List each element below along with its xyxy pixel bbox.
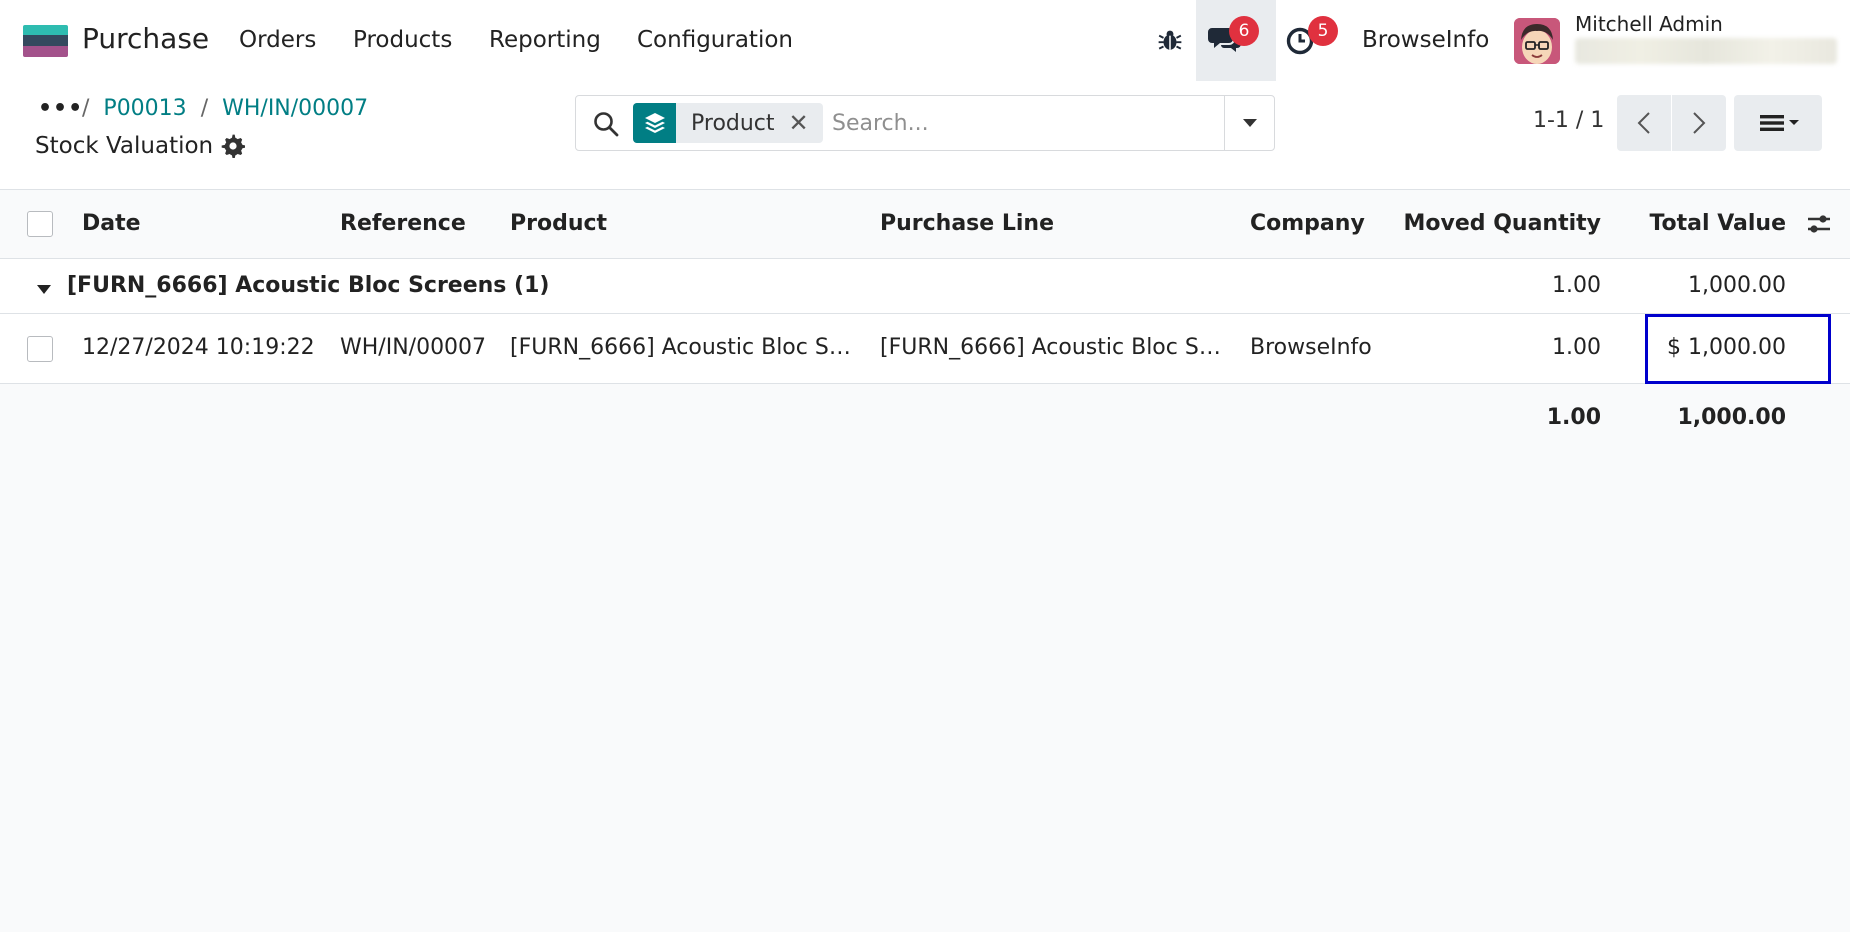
purchase-app-icon[interactable]: [23, 25, 68, 57]
facet-label: Product: [691, 110, 775, 136]
column-settings-icon[interactable]: [1806, 212, 1832, 240]
search-options-toggle[interactable]: [1224, 96, 1274, 150]
gear-icon[interactable]: [221, 134, 246, 159]
column-reference[interactable]: Reference: [340, 211, 466, 236]
column-company[interactable]: Company: [1250, 211, 1365, 236]
messages-button[interactable]: 6: [1196, 0, 1276, 81]
menu-reporting[interactable]: Reporting: [489, 27, 601, 53]
table-row[interactable]: 12/27/2024 10:19:22 WH/IN/00007 [FURN_66…: [0, 314, 1850, 384]
list-view: Date Reference Product Purchase Line Com…: [0, 189, 1850, 932]
cell-date: 12/27/2024 10:19:22: [82, 335, 315, 360]
total-value-sum: 1,000.00: [1677, 405, 1786, 430]
breadcrumb: ••• / P00013 / WH/IN/00007: [38, 96, 368, 121]
search-input[interactable]: [832, 104, 1212, 142]
chevron-left-icon: [1637, 112, 1650, 134]
column-date[interactable]: Date: [82, 211, 141, 236]
group-moved-quantity: 1.00: [1552, 273, 1601, 298]
cell-company: BrowseInfo: [1250, 335, 1372, 360]
pager-value[interactable]: 1-1 / 1: [1533, 108, 1604, 133]
user-name[interactable]: Mitchell Admin: [1575, 12, 1723, 36]
main-navbar: Purchase Orders Products Reporting Confi…: [0, 0, 1850, 81]
company-switcher[interactable]: BrowseInfo: [1362, 27, 1489, 53]
pager-previous-button[interactable]: [1617, 95, 1671, 151]
column-moved-quantity[interactable]: Moved Quantity: [1380, 211, 1601, 236]
menu-configuration[interactable]: Configuration: [637, 27, 793, 53]
group-label: [FURN_6666] Acoustic Bloc Screens (1): [67, 273, 550, 298]
table-header: Date Reference Product Purchase Line Com…: [0, 190, 1850, 259]
bug-icon[interactable]: [1150, 22, 1190, 58]
group-total-value: 1,000.00: [1688, 273, 1786, 298]
cell-product: [FURN_6666] Acoustic Bloc Screens: [510, 335, 855, 360]
group-row[interactable]: [FURN_6666] Acoustic Bloc Screens (1) 1.…: [0, 259, 1850, 314]
messages-badge: 6: [1229, 16, 1259, 46]
breadcrumb-separator: /: [200, 96, 209, 121]
activities-badge: 5: [1308, 16, 1338, 46]
page-title: Stock Valuation: [35, 133, 214, 159]
activities-button[interactable]: 5: [1276, 0, 1342, 81]
search-facet-groupby: Product ✕: [633, 103, 823, 143]
view-switcher-button[interactable]: [1734, 95, 1822, 151]
search-icon[interactable]: [592, 110, 620, 138]
breadcrumb-separator: /: [82, 96, 90, 121]
caret-down-icon[interactable]: [37, 280, 51, 299]
highlight-box: [1645, 314, 1831, 384]
breadcrumb-purchase-order[interactable]: P00013: [103, 96, 186, 121]
menu-products[interactable]: Products: [353, 27, 452, 53]
search-bar: Product ✕: [575, 95, 1275, 151]
caret-down-icon: [1242, 119, 1257, 127]
select-all-checkbox[interactable]: [27, 211, 53, 237]
app-name[interactable]: Purchase: [82, 22, 209, 55]
chevron-right-icon: [1693, 112, 1706, 134]
cell-reference: WH/IN/00007: [340, 335, 487, 360]
breadcrumb-more-icon[interactable]: •••: [38, 96, 82, 121]
table-footer: 1.00 1,000.00: [0, 384, 1850, 454]
user-database-blurred: [1575, 38, 1837, 64]
total-moved-quantity: 1.00: [1546, 405, 1601, 430]
row-checkbox[interactable]: [27, 336, 53, 362]
breadcrumb-receipt[interactable]: WH/IN/00007: [222, 96, 368, 121]
menu-orders[interactable]: Orders: [239, 27, 316, 53]
cell-purchase-line: [FURN_6666] Acoustic Bloc Screens: [880, 335, 1225, 360]
layers-icon: [633, 103, 676, 143]
close-icon[interactable]: ✕: [789, 109, 823, 137]
cell-moved-quantity: 1.00: [1552, 335, 1601, 360]
pager-next-button[interactable]: [1672, 95, 1726, 151]
column-product[interactable]: Product: [510, 211, 607, 236]
user-avatar[interactable]: [1514, 18, 1560, 64]
column-total-value[interactable]: Total Value: [1620, 211, 1786, 236]
column-purchase-line[interactable]: Purchase Line: [880, 211, 1054, 236]
list-view-icon: [1760, 115, 1799, 131]
